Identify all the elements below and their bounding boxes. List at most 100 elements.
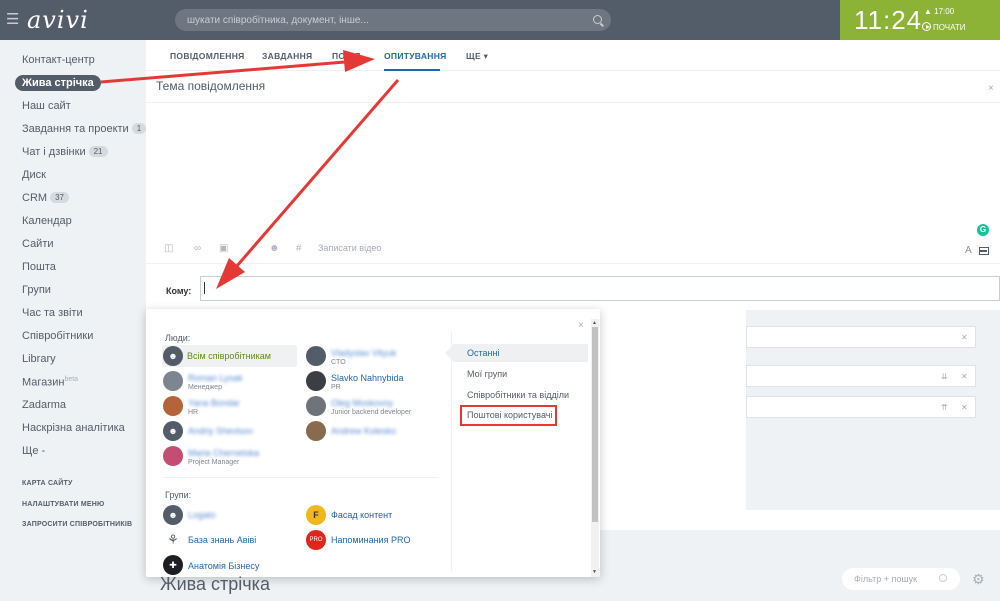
user-avatar <box>306 396 326 416</box>
menu-item-chat[interactable]: Чат і дзвінки 21 <box>22 146 108 158</box>
menu-label: Контакт-центр <box>22 54 95 66</box>
entity-position: PR <box>331 384 341 391</box>
selector-tab-recent[interactable]: Останні <box>445 344 588 362</box>
user-avatar <box>163 371 183 391</box>
feed-filter[interactable] <box>842 568 960 590</box>
entity-name: Oleg Moskovoy <box>331 398 394 408</box>
user-avatar <box>163 446 183 466</box>
video-icon[interactable]: ▣ <box>219 244 229 254</box>
link-icon[interactable]: ∞ <box>194 244 204 254</box>
selector-tab-my-groups[interactable]: Мої групи <box>453 365 588 383</box>
menu-item-zadarma[interactable]: Zadarma <box>22 399 66 411</box>
toggle-panel-icon[interactable] <box>979 247 989 255</box>
highlight-box <box>460 405 557 426</box>
app-logo[interactable]: avivi <box>27 6 89 34</box>
entity-position: Junior backend developer <box>331 409 412 416</box>
counter-badge: 1 <box>131 123 147 134</box>
menu-label: Пошта <box>22 261 56 273</box>
entity-name: База знань Авіві <box>188 535 257 545</box>
remove-answer-icon[interactable]: ✕ <box>961 403 968 412</box>
menu-item-calendar[interactable]: Календар <box>22 215 72 227</box>
entity-name: Анатомія Бізнесу <box>188 561 260 571</box>
menu-label: Ще - <box>22 445 46 457</box>
clock-time: 11:24 <box>854 5 923 35</box>
menu-item-contact-center[interactable]: Контакт-центр <box>22 54 95 66</box>
composer-tabs: ПОВІДОМЛЕННЯ ЗАВДАННЯ ПОДІЯ ОПИТУВАННЯ Щ… <box>146 40 1000 71</box>
selector-tab-departments[interactable]: Співробітники та відділи <box>453 386 588 404</box>
menu-item-our-site[interactable]: Наш сайт <box>22 100 71 112</box>
menu-item-live-feed[interactable]: Жива стрічка <box>15 75 101 91</box>
search-input[interactable] <box>187 9 587 31</box>
hashtag-icon[interactable]: # <box>296 244 306 254</box>
menu-item-disk[interactable]: Диск <box>22 169 46 181</box>
play-icon <box>922 22 931 31</box>
gear-icon[interactable]: ⚙ <box>972 571 985 588</box>
entity-name: Yana Bondar <box>188 398 240 408</box>
search-icon[interactable] <box>593 15 602 24</box>
entity-position: Менеджер <box>188 384 222 391</box>
menu-item-more[interactable]: Ще - <box>22 445 45 457</box>
tab-event[interactable]: ПОДІЯ <box>332 51 361 61</box>
menu-item-groups[interactable]: Групи <box>22 284 51 296</box>
menu-item-employees[interactable]: Співробітники <box>22 330 93 342</box>
close-popup-icon[interactable]: × <box>578 320 584 331</box>
move-up-icon[interactable]: ⇈ <box>941 403 948 412</box>
menu-label: Наш сайт <box>22 100 71 112</box>
divider <box>146 102 1000 103</box>
menu-item-time-reports[interactable]: Час та звіти <box>22 307 83 319</box>
menu-item-crm[interactable]: CRM 37 <box>22 192 69 204</box>
worktime-widget[interactable]: 11:24 ▲ 17:00 ПОЧАТИ <box>840 0 1000 40</box>
remove-question-icon[interactable]: ✕ <box>961 333 968 342</box>
group-avatar-icon: ☻ <box>163 346 183 366</box>
alarm-time: ▲ 17:00 <box>924 7 955 16</box>
group-avatar-icon: ☻ <box>163 505 183 525</box>
configure-menu-link[interactable]: НАЛАШТУВАТИ МЕНЮ <box>22 501 104 508</box>
tab-message[interactable]: ПОВІДОМЛЕННЯ <box>170 51 245 61</box>
menu-item-tasks[interactable]: Завдання та проекти 1 <box>22 123 147 135</box>
menu-item-analytics[interactable]: Наскрізна аналітика <box>22 422 125 434</box>
record-video-button[interactable]: Записати відео <box>318 243 381 253</box>
global-search[interactable] <box>175 9 611 31</box>
user-avatar <box>306 421 326 441</box>
group-logo-icon: F <box>306 505 326 525</box>
recipients-field[interactable] <box>200 276 1000 301</box>
menu-label: CRM <box>22 192 48 204</box>
entity-name: Всім співробітникам <box>187 351 271 361</box>
filter-input[interactable] <box>854 568 934 590</box>
move-down-icon[interactable]: ⇊ <box>941 372 948 381</box>
tab-poll[interactable]: ОПИТУВАННЯ <box>384 51 447 61</box>
tab-task[interactable]: ЗАВДАННЯ <box>262 51 312 61</box>
scroll-up-icon[interactable]: ▲ <box>592 320 597 326</box>
subject-field[interactable]: Тема повідомлення <box>156 79 265 93</box>
sitemap-link[interactable]: КАРТА САЙТУ <box>22 480 73 487</box>
scroll-thumb[interactable] <box>592 327 598 522</box>
scroll-down-icon[interactable]: ▼ <box>592 569 597 575</box>
divider <box>163 477 439 478</box>
mention-icon[interactable]: ☻ <box>269 244 280 254</box>
divider <box>146 263 1000 264</box>
entity-name: Andriy Shevtsov <box>188 426 254 436</box>
menu-label: Завдання та проекти <box>22 123 129 135</box>
close-subject-icon[interactable]: × <box>988 83 994 94</box>
entity-name: Maria Chernetska <box>188 448 260 458</box>
poll-question-field[interactable] <box>746 326 976 348</box>
menu-item-sites[interactable]: Сайти <box>22 238 54 250</box>
start-workday-button[interactable]: ПОЧАТИ <box>922 22 965 32</box>
invite-employees-link[interactable]: ЗАПРОСИТИ СПІВРОБІТНИКІВ <box>22 521 132 528</box>
popup-scrollbar[interactable]: ▲ ▼ <box>591 319 599 577</box>
menu-item-store[interactable]: Магазинbeta <box>22 376 78 389</box>
menu-label: Календар <box>22 215 72 227</box>
menu-item-mail[interactable]: Пошта <box>22 261 56 273</box>
menu-item-library[interactable]: Library <box>22 353 56 365</box>
grammarly-icon[interactable]: G <box>977 224 989 236</box>
entity-all-employees[interactable]: ☻ Всім співробітникам <box>162 345 297 367</box>
menu-label: Zadarma <box>22 399 67 411</box>
text-format-icon[interactable]: A <box>965 245 972 256</box>
recipients-input[interactable] <box>201 277 999 300</box>
hamburger-menu-icon[interactable]: ☰ <box>6 12 19 28</box>
tab-more[interactable]: ЩЕ ▾ <box>466 51 488 62</box>
remove-answer-icon[interactable]: ✕ <box>961 372 968 381</box>
attach-file-icon[interactable]: ◫ <box>164 244 174 254</box>
search-icon[interactable] <box>939 574 947 582</box>
menu-label: Library <box>22 353 56 365</box>
